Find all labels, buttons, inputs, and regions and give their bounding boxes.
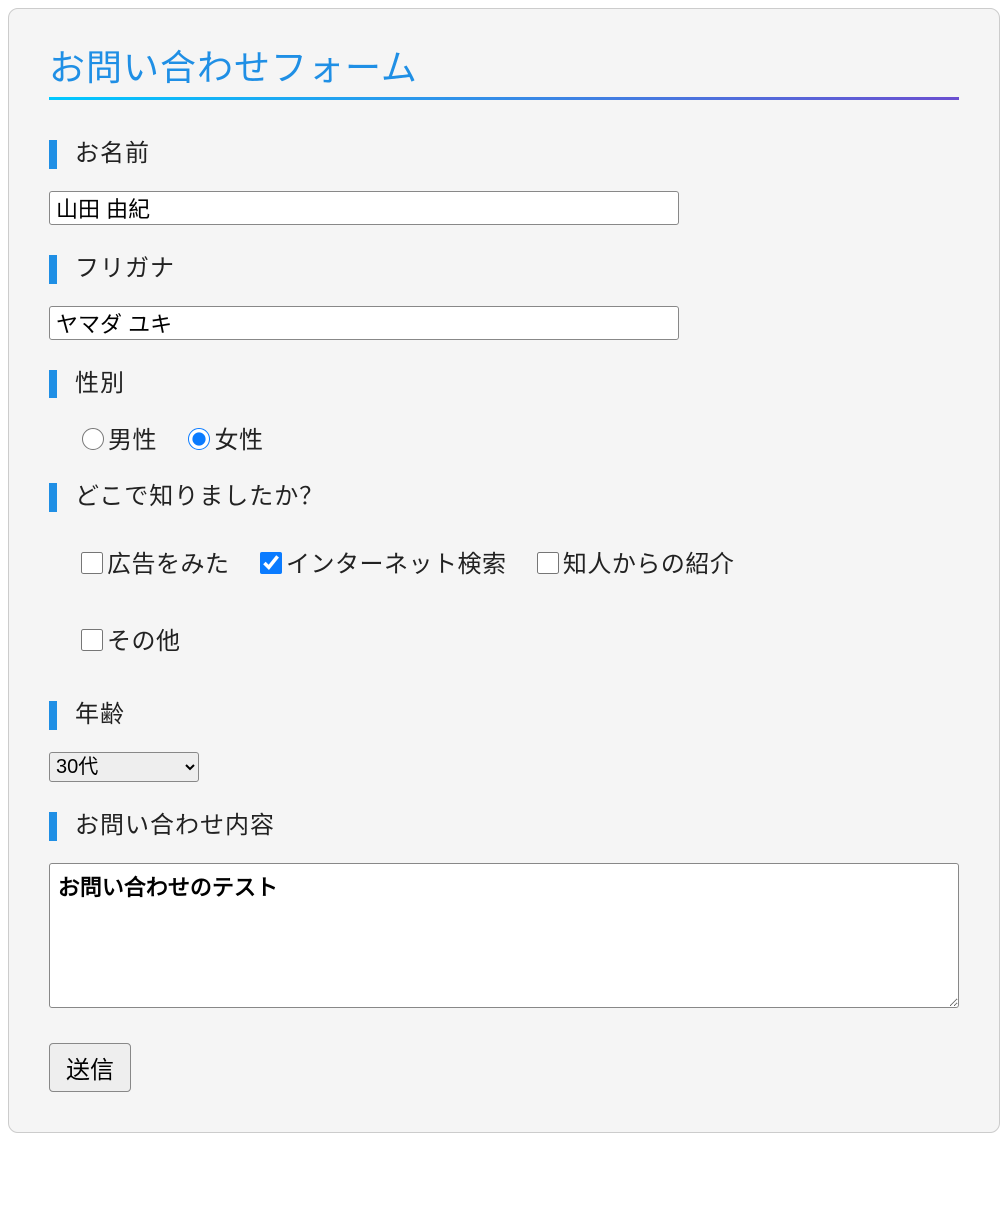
checkbox-referral[interactable]	[537, 552, 559, 574]
field-name: お名前	[49, 140, 959, 225]
source-option-referral[interactable]: 知人からの紹介	[533, 534, 735, 596]
source-option-ad[interactable]: 広告をみた	[77, 534, 230, 596]
label-body: お問い合わせ内容	[49, 812, 959, 841]
checkbox-internet[interactable]	[260, 552, 282, 574]
label-source: どこで知りましたか？	[49, 483, 959, 512]
age-select[interactable]: 30代	[49, 752, 199, 782]
checkbox-other[interactable]	[81, 629, 103, 651]
field-source: どこで知りましたか？ 広告をみた インターネット検索 知人からの紹介 その他	[49, 483, 959, 687]
field-kana: フリガナ	[49, 255, 959, 340]
page-title: お問い合わせフォーム	[49, 39, 959, 91]
source-options: 広告をみた インターネット検索 知人からの紹介 その他	[49, 534, 959, 687]
submit-button[interactable]: 送信	[49, 1043, 131, 1092]
radio-female[interactable]	[188, 428, 210, 450]
radio-male-label: 男性	[108, 427, 157, 454]
field-age: 年齢 30代	[49, 701, 959, 782]
radio-female-label: 女性	[214, 427, 263, 454]
body-textarea[interactable]	[49, 863, 959, 1008]
label-kana: フリガナ	[49, 255, 959, 284]
title-underline	[49, 97, 959, 100]
source-option-internet[interactable]: インターネット検索	[256, 534, 507, 596]
checkbox-ad-label: 広告をみた	[107, 551, 230, 578]
name-input[interactable]	[49, 191, 679, 225]
field-body: お問い合わせ内容	[49, 812, 959, 1013]
form-container: お問い合わせフォーム お名前 フリガナ 性別 男性 女性 どこで知りましたか？ …	[8, 8, 1000, 1133]
label-gender: 性別	[49, 370, 959, 399]
radio-male[interactable]	[82, 428, 104, 450]
checkbox-referral-label: 知人からの紹介	[563, 551, 735, 578]
label-name: お名前	[49, 140, 959, 169]
checkbox-internet-label: インターネット検索	[286, 551, 507, 578]
gender-option-female[interactable]: 女性	[183, 420, 263, 455]
label-age: 年齢	[49, 701, 959, 730]
kana-input[interactable]	[49, 306, 679, 340]
field-gender: 性別 男性 女性	[49, 370, 959, 470]
gender-option-male[interactable]: 男性	[77, 420, 157, 455]
gender-options: 男性 女性	[49, 420, 959, 469]
checkbox-other-label: その他	[107, 628, 181, 655]
source-option-other[interactable]: その他	[77, 611, 181, 673]
checkbox-ad[interactable]	[81, 552, 103, 574]
